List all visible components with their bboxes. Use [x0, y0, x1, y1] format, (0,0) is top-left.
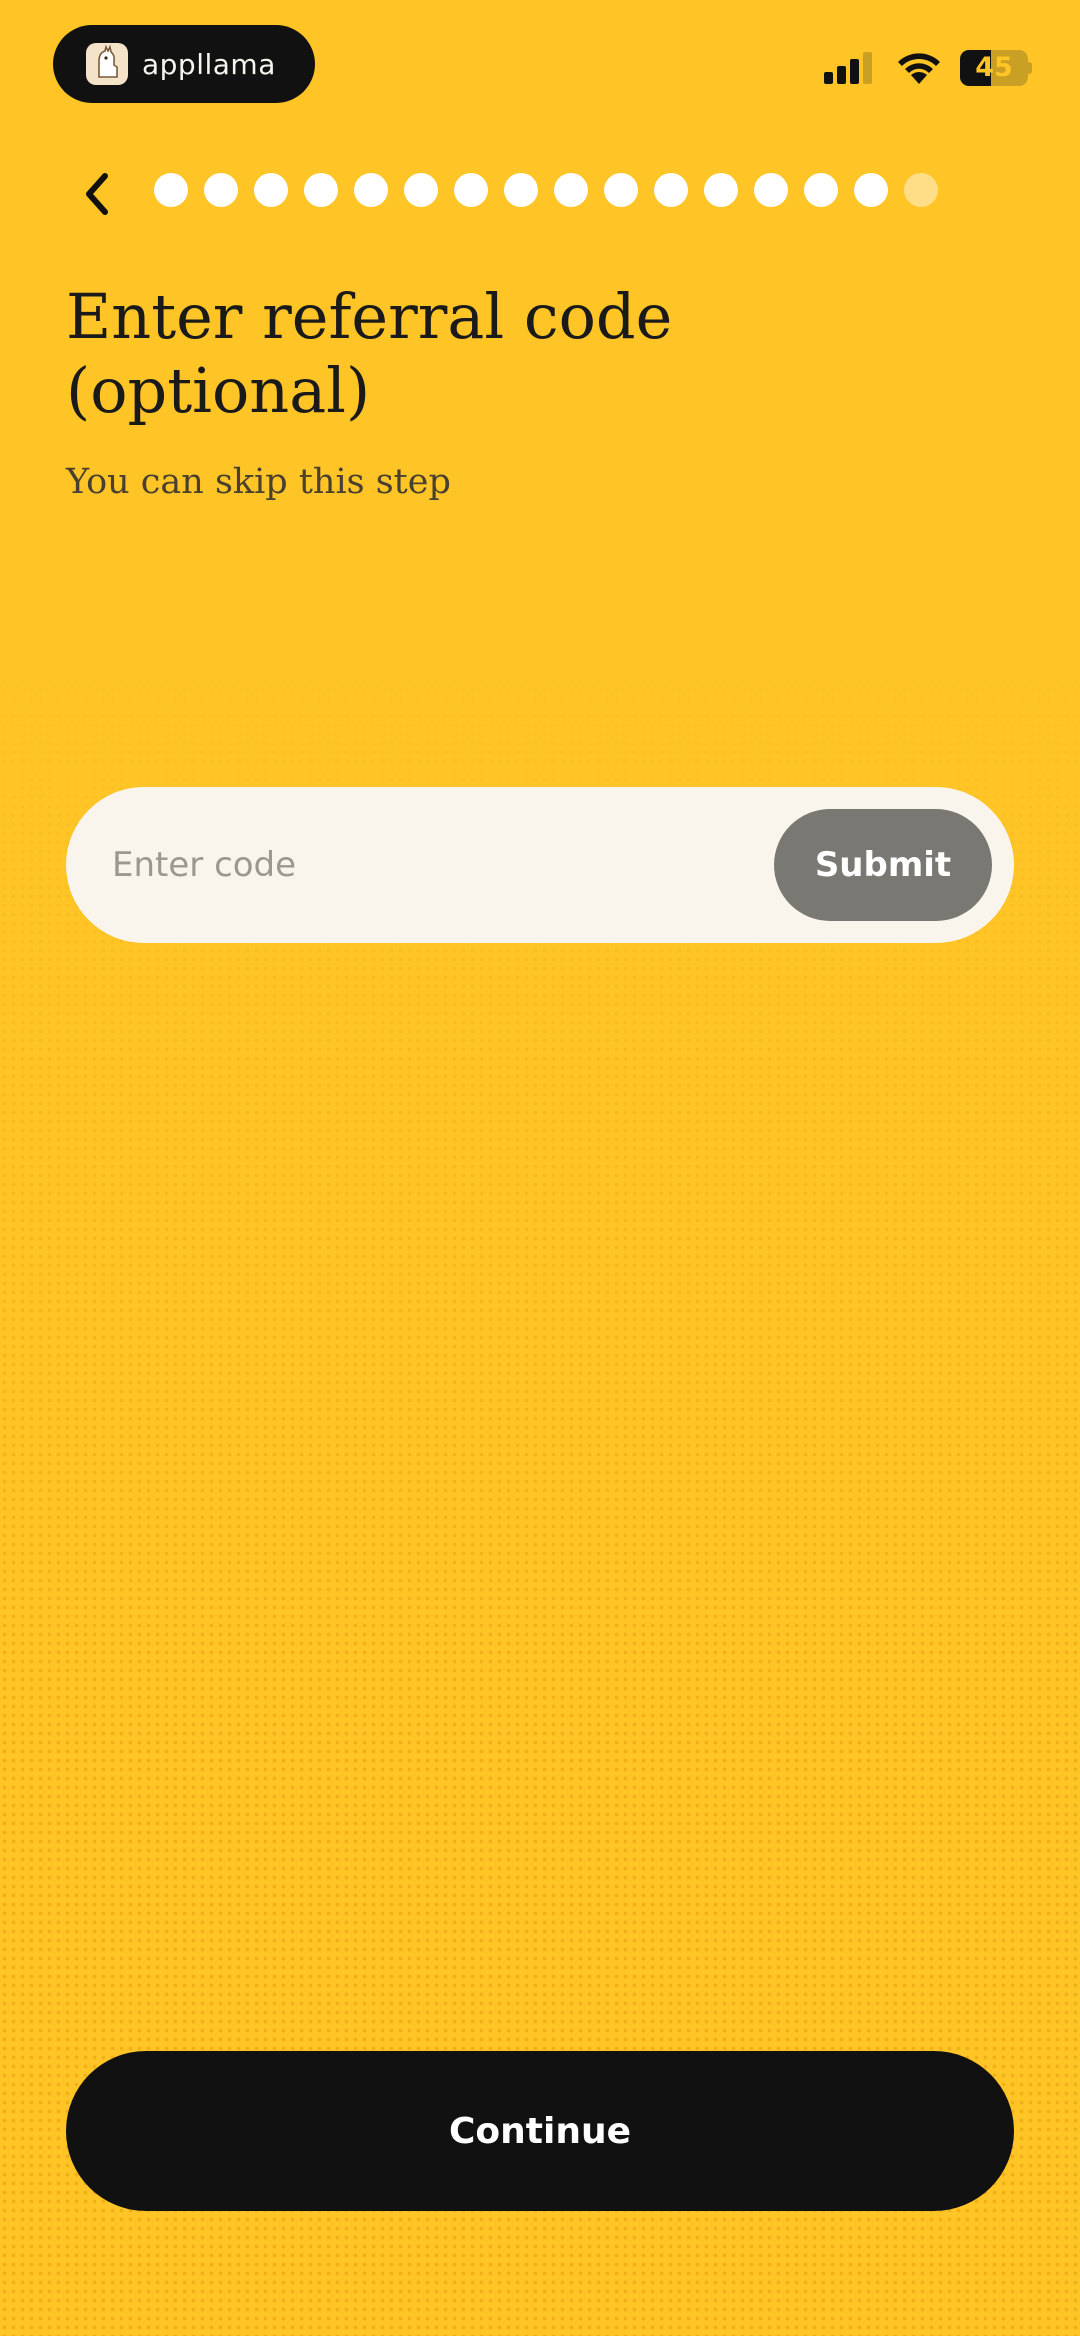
- progress-dot-completed: [804, 173, 838, 207]
- submit-button[interactable]: Submit: [774, 809, 992, 921]
- referral-code-input[interactable]: [106, 827, 798, 903]
- llama-logo-icon: [86, 43, 128, 85]
- page-title: Enter referral code (optional): [66, 280, 673, 427]
- progress-dot-completed: [154, 173, 188, 207]
- progress-dot-completed: [504, 173, 538, 207]
- back-button[interactable]: [66, 164, 126, 224]
- app-name-label: appllama: [142, 47, 276, 81]
- progress-dot-completed: [754, 173, 788, 207]
- referral-code-card: Submit: [66, 787, 1014, 943]
- progress-dot-completed: [654, 173, 688, 207]
- wifi-icon: [898, 53, 940, 84]
- progress-dot-completed: [354, 173, 388, 207]
- status-icons: 45: [824, 50, 1032, 86]
- progress-dot-completed: [604, 173, 638, 207]
- progress-dot-completed: [454, 173, 488, 207]
- progress-dot-pending: [904, 173, 938, 207]
- progress-dot-completed: [854, 173, 888, 207]
- app-indicator-pill[interactable]: appllama: [53, 25, 315, 103]
- progress-dot-completed: [704, 173, 738, 207]
- progress-dot-completed: [204, 173, 238, 207]
- chevron-left-icon: [86, 173, 108, 215]
- progress-dot-completed: [404, 173, 438, 207]
- progress-dot-completed: [554, 173, 588, 207]
- progress-dot-completed: [254, 173, 288, 207]
- signal-bars-icon: [824, 52, 872, 84]
- battery-level-text: 45: [975, 52, 1013, 83]
- progress-dot-completed: [304, 173, 338, 207]
- battery-icon: 45: [960, 50, 1032, 86]
- page-subtitle: You can skip this step: [66, 462, 451, 502]
- progress-indicator: [154, 173, 938, 207]
- continue-button[interactable]: Continue: [66, 2051, 1014, 2211]
